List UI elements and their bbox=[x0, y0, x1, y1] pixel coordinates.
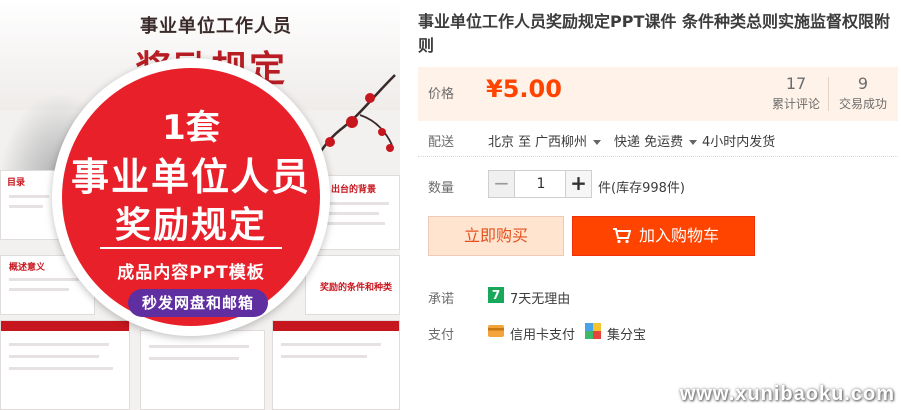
badge-delivery-pill: 秒发网盘和邮箱 bbox=[128, 289, 268, 317]
seven-day-return-icon: 7 bbox=[488, 287, 504, 303]
shipping-method-select[interactable]: 快递 免运费 bbox=[614, 131, 698, 150]
chevron-down-icon bbox=[593, 140, 602, 145]
quantity-stepper: − + bbox=[488, 170, 592, 198]
mini-slide-line bbox=[281, 343, 381, 346]
mini-slide-bar bbox=[273, 321, 399, 331]
promise-text[interactable]: 7天无理由 bbox=[510, 288, 570, 307]
review-count-label: 累计评论 bbox=[771, 97, 820, 111]
shipping-label: 配送 bbox=[428, 135, 455, 150]
badge-subtitle: 成品内容PPT模板 bbox=[117, 263, 265, 283]
sales-count: 9 bbox=[857, 74, 869, 93]
shipping-method: 快递 免运费 bbox=[614, 135, 684, 150]
badge-heading-line1: 事业单位人员 bbox=[70, 155, 311, 199]
price-panel: 价格 ¥5.00 17 累计评论 9 交易成功 bbox=[418, 67, 898, 121]
shipping-origin: 北京 至 bbox=[488, 135, 532, 150]
sales-count-label: 交易成功 bbox=[838, 97, 887, 111]
badge-heading-line2: 奖励规定 bbox=[114, 205, 267, 246]
payment-credit-card[interactable]: 信用卡支付 bbox=[510, 324, 575, 343]
shipping-destination: 广西柳州 bbox=[535, 135, 588, 150]
price-value: ¥5.00 bbox=[486, 75, 562, 103]
quantity-decrease-button[interactable]: − bbox=[489, 171, 515, 197]
quantity-input[interactable] bbox=[516, 171, 566, 197]
sales-count-stat: 9 交易成功 bbox=[828, 73, 898, 113]
mini-slide-line bbox=[281, 355, 367, 358]
review-count: 17 bbox=[785, 74, 807, 93]
slide-title-small: 事业单位工作人员 bbox=[140, 16, 292, 37]
mini-slide-line bbox=[9, 367, 113, 370]
product-main-image[interactable]: 事业单位工作人员 奖励规定 目录 出台的背景 概述意义 奖励的条件和种类 bbox=[0, 0, 400, 410]
quantity-label: 数量 bbox=[428, 181, 455, 196]
promise-label: 承诺 bbox=[428, 292, 455, 307]
badge-divider bbox=[100, 247, 282, 249]
site-watermark: www.xunibaoku.com bbox=[679, 383, 895, 405]
product-title: 事业单位工作人员奖励规定PPT课件 条件种类总则实施监督权限附则 bbox=[418, 12, 890, 55]
mini-slide-content-2 bbox=[140, 330, 265, 410]
mini-slide-content-3 bbox=[272, 320, 400, 410]
shopping-cart-icon bbox=[613, 228, 631, 244]
chevron-down-icon bbox=[689, 140, 698, 145]
review-count-stat[interactable]: 17 累计评论 bbox=[761, 73, 831, 113]
mini-slide-bar bbox=[1, 321, 129, 331]
mini-slide-content-1 bbox=[0, 320, 130, 410]
shipping-dispatch-time: 4小时内发货 bbox=[702, 135, 776, 150]
buy-now-button[interactable]: 立即购买 bbox=[428, 216, 564, 256]
payment-label: 支付 bbox=[428, 328, 455, 343]
mini-slide-line bbox=[149, 357, 239, 360]
add-to-cart-button[interactable]: 加入购物车 bbox=[572, 216, 755, 256]
mini-slide-line bbox=[149, 345, 249, 348]
mini-slide-line bbox=[9, 288, 69, 291]
section-divider bbox=[418, 156, 898, 157]
payment-jifenbao[interactable]: 集分宝 bbox=[607, 324, 646, 343]
shipping-destination-select[interactable]: 广西柳州 bbox=[535, 131, 602, 150]
quantity-increase-button[interactable]: + bbox=[565, 171, 591, 197]
credit-card-icon bbox=[488, 325, 504, 337]
stock-info: 件(库存998件) bbox=[598, 181, 685, 196]
jifenbao-icon bbox=[585, 323, 601, 339]
add-to-cart-label: 加入购物车 bbox=[639, 226, 720, 245]
mini-slide-line bbox=[9, 355, 99, 358]
price-label: 价格 bbox=[428, 87, 455, 102]
mini-slide-line bbox=[9, 343, 109, 346]
badge-set-count: 1套 bbox=[162, 108, 220, 148]
